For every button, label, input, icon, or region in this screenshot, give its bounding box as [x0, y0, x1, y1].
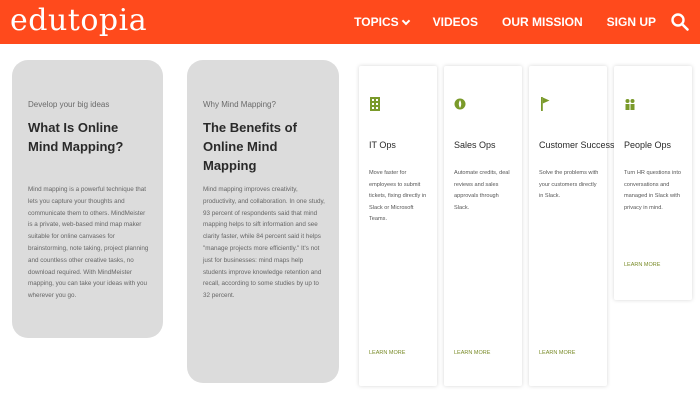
- solution-card-title: Customer Success: [539, 140, 615, 150]
- info-card-what-is: Develop your big ideas What Is Online Mi…: [12, 60, 163, 338]
- solution-card-body: Turn HR questions into conversations and…: [624, 170, 681, 211]
- card-body: Mind mapping is a powerful technique tha…: [28, 186, 149, 300]
- solution-card-sales-ops: Sales Ops Automate credits, deal reviews…: [444, 66, 522, 386]
- nav-sign-up[interactable]: SIGN UP: [607, 15, 656, 29]
- chevron-down-icon: [401, 16, 410, 25]
- card-eyebrow: Why Mind Mapping?: [203, 100, 276, 109]
- learn-more-link[interactable]: LEARN MORE: [539, 350, 575, 356]
- solution-card-people-ops: People Ops Turn HR questions into conver…: [614, 66, 692, 300]
- nav-our-mission[interactable]: OUR MISSION: [502, 15, 583, 29]
- card-eyebrow: Develop your big ideas: [28, 100, 110, 109]
- solution-card-customer-success: Customer Success Solve the problems with…: [529, 66, 615, 386]
- card-body: Mind mapping improves creativity, produc…: [203, 186, 325, 300]
- site-logo[interactable]: edutopia: [10, 3, 147, 38]
- nav-topics[interactable]: TOPICS: [354, 15, 410, 29]
- card-title: The Benefits of Online Mind Mapping: [203, 120, 297, 173]
- learn-more-link[interactable]: LEARN MORE: [624, 262, 660, 268]
- nav-videos[interactable]: VIDEOS: [433, 15, 478, 29]
- site-header: edutopia TOPICS VIDEOS OUR MISSION SIGN …: [0, 0, 700, 44]
- solution-card-title: Sales Ops: [454, 140, 496, 150]
- building-icon: [370, 97, 380, 111]
- solution-card-it-ops: IT Ops Move faster for employees to subm…: [359, 66, 437, 386]
- people-icon: [625, 99, 635, 110]
- search-icon[interactable]: [670, 12, 690, 32]
- learn-more-link[interactable]: LEARN MORE: [454, 350, 490, 356]
- solution-card-body: Move faster for employees to submit tick…: [369, 170, 427, 222]
- solution-card-title: People Ops: [624, 140, 672, 150]
- main-nav: TOPICS VIDEOS OUR MISSION SIGN UP: [354, 0, 656, 44]
- learn-more-link[interactable]: LEARN MORE: [369, 350, 405, 356]
- nav-topics-label: TOPICS: [354, 15, 399, 29]
- solution-card-title: IT Ops: [369, 140, 396, 150]
- flag-icon: [541, 97, 550, 111]
- card-title: What Is Online Mind Mapping?: [28, 120, 124, 154]
- solution-card-body: Solve the problems with your customers d…: [539, 170, 599, 199]
- solution-card-body: Automate credits, deal reviews and sales…: [454, 170, 510, 211]
- info-card-benefits: Why Mind Mapping? The Benefits of Online…: [187, 60, 339, 383]
- leaf-icon: [454, 98, 466, 110]
